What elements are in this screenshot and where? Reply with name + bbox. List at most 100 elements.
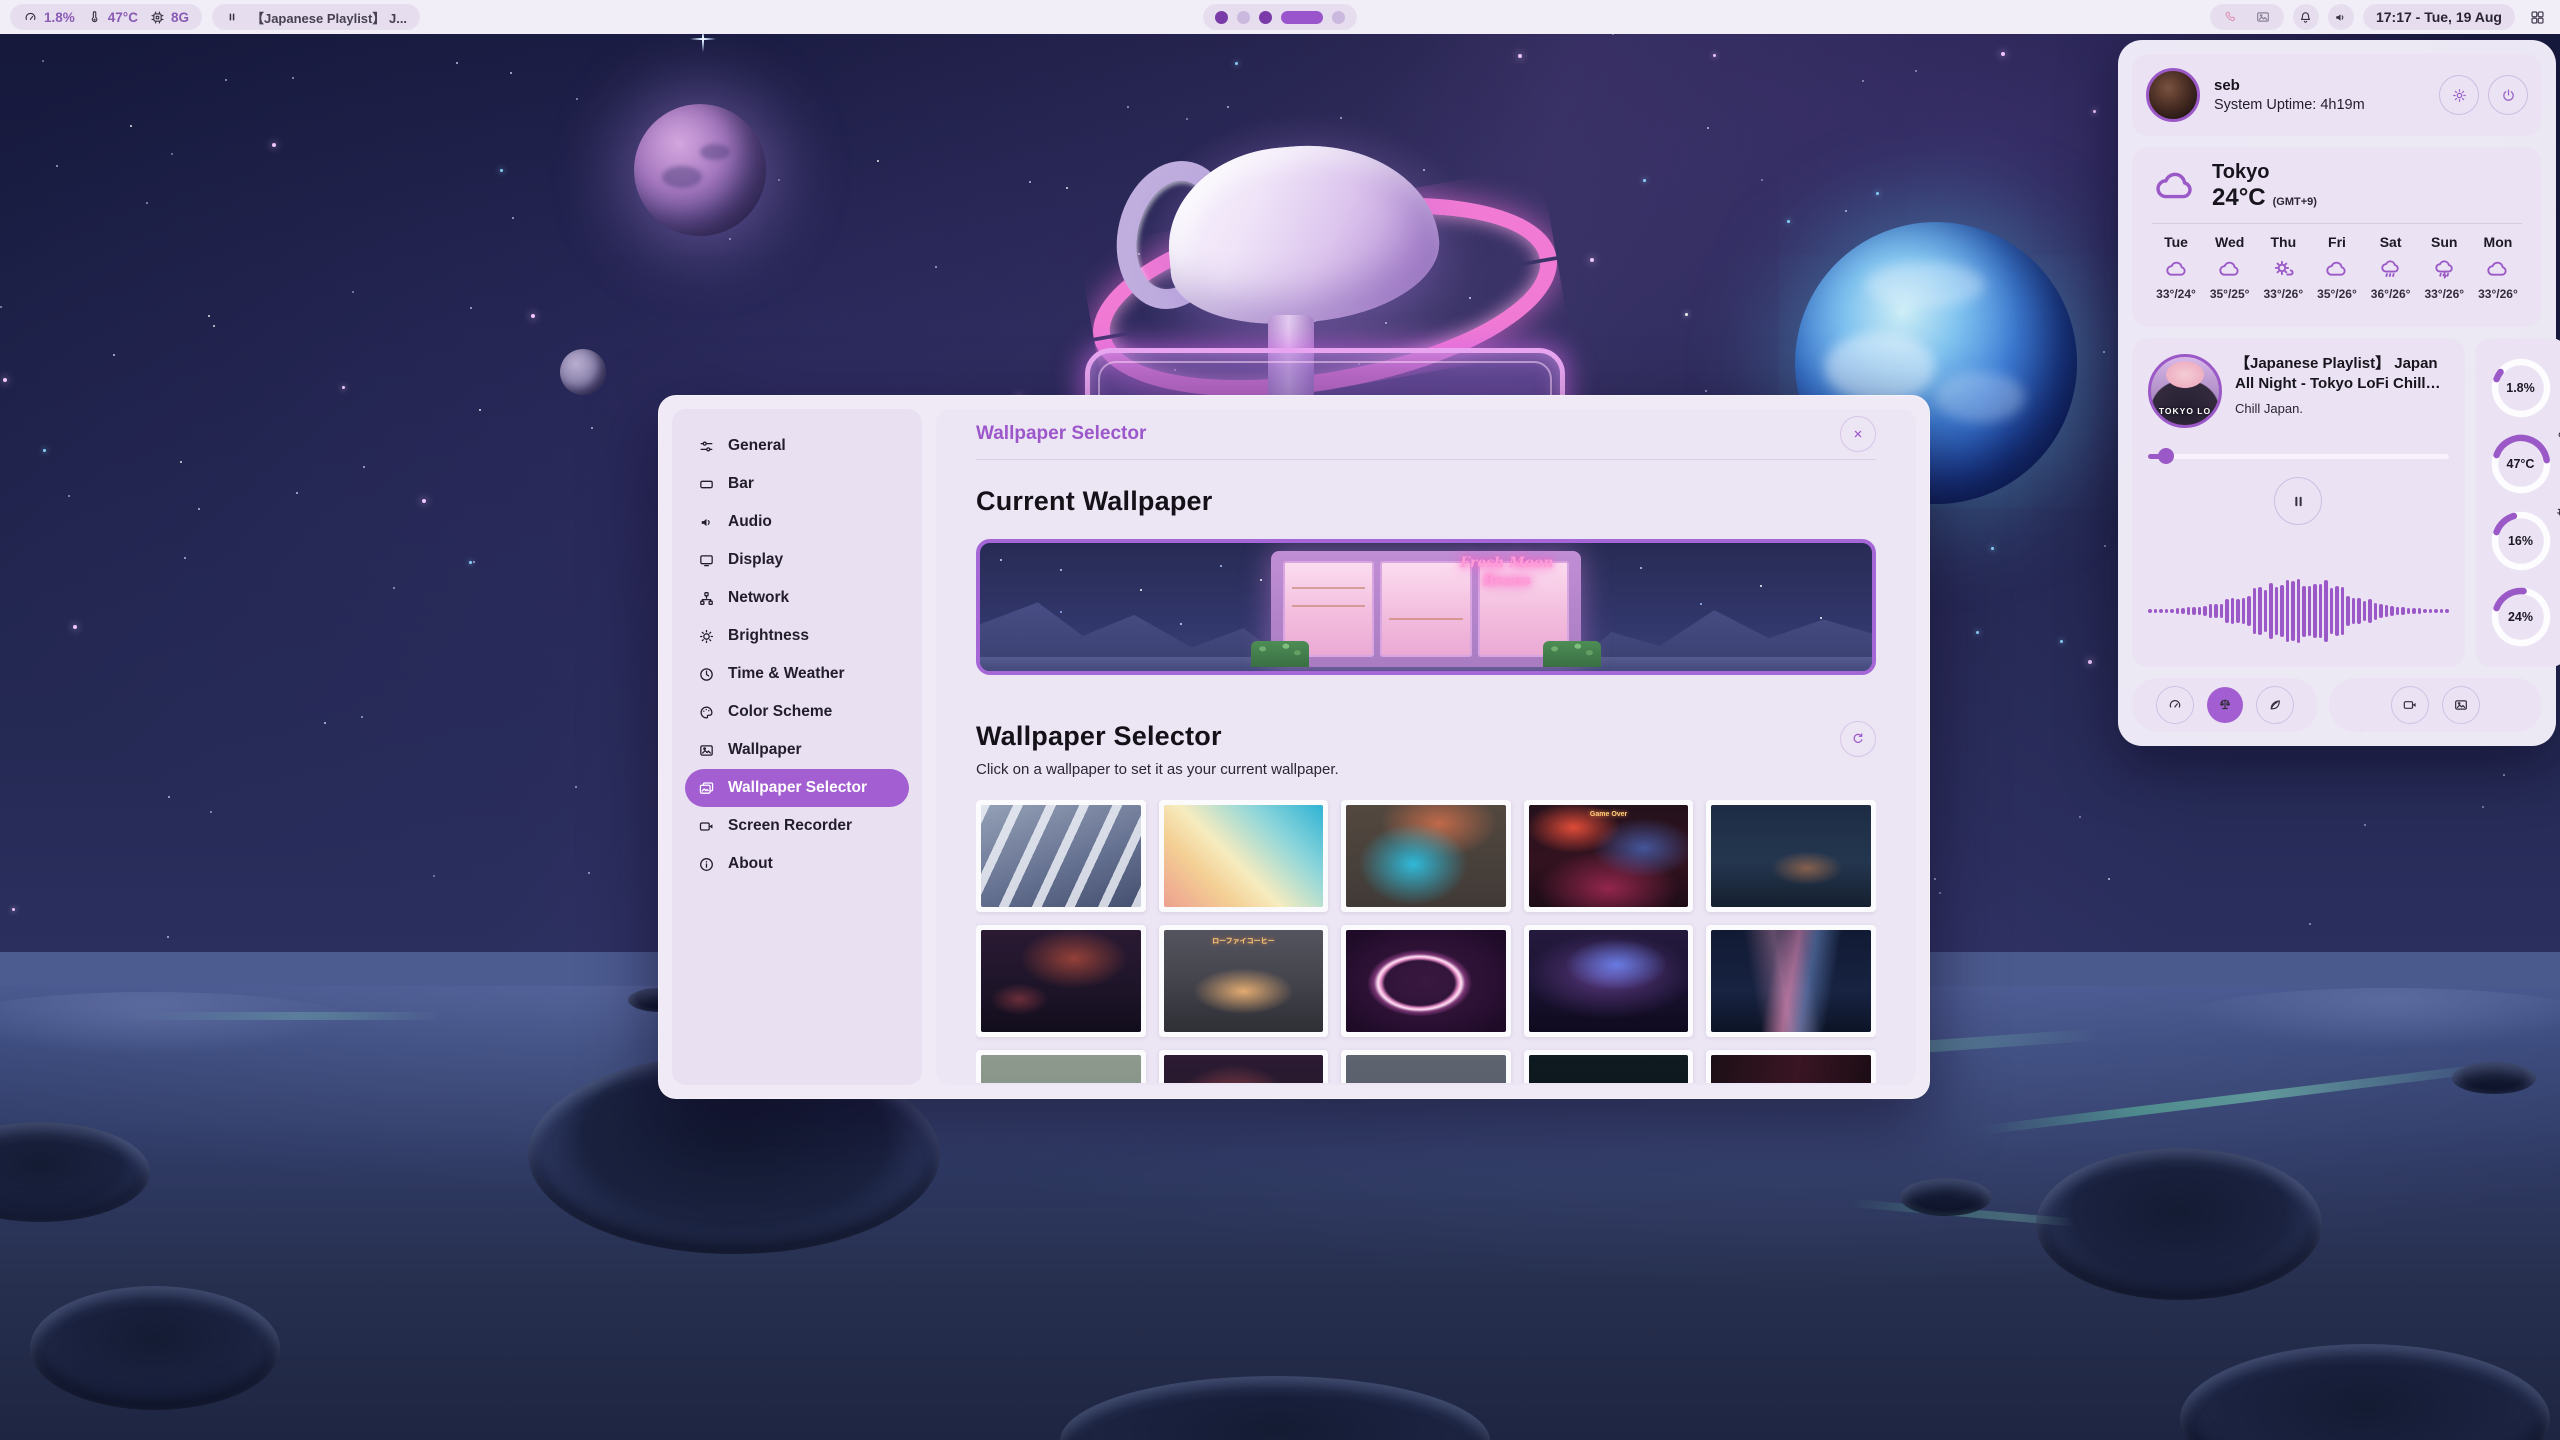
sidebar-item-wallpaper[interactable]: Wallpaper: [685, 731, 909, 769]
top-bar: 1.8% 47°C 8G 【Japanese Playlist】 J... 17:1…: [0, 0, 2560, 34]
settings-sidebar: General Bar Audio Display Network Bright…: [672, 409, 922, 1085]
sidebar-item-general[interactable]: General: [685, 427, 909, 465]
gear-button[interactable]: [2439, 75, 2479, 115]
dashboard-panel: seb System Uptime: 4h19m Tokyo 24°C (GMT…: [2118, 40, 2556, 746]
workspace-1-occupied[interactable]: [1215, 11, 1228, 24]
power-button[interactable]: [2488, 75, 2528, 115]
app-launcher-button[interactable]: [2524, 4, 2550, 30]
sidebar-item-screen-recorder[interactable]: Screen Recorder: [685, 807, 909, 845]
wallpaper-thumb-anime-street[interactable]: [976, 800, 1146, 912]
wallpaper-thumb-snowy-night-village[interactable]: [1706, 800, 1876, 912]
wallpaper-thumb-dark-maroon[interactable]: [1706, 1050, 1876, 1083]
picture-icon: [2255, 9, 2271, 25]
sidebar-item-time-weather[interactable]: Time & Weather: [685, 655, 909, 693]
cloud-icon: [2485, 257, 2510, 282]
bar-stat-gauge[interactable]: 1.8%: [23, 10, 75, 25]
cloud-icon: [2324, 257, 2349, 282]
sidebar-item-label: General: [728, 437, 786, 455]
refresh-button[interactable]: [1840, 721, 1876, 757]
wallpaper-thumb-ember-forest[interactable]: [976, 925, 1146, 1037]
bar-media-pill[interactable]: 【Japanese Playlist】 J...: [212, 4, 420, 30]
scales-icon: [2217, 697, 2233, 713]
workspace-3-occupied[interactable]: [1259, 11, 1272, 24]
scales-quick-button[interactable]: [2207, 687, 2243, 723]
bar-stat-value: 47°C: [108, 10, 138, 25]
workspace-5-empty[interactable]: [1332, 11, 1345, 24]
hedge: [1543, 641, 1601, 667]
workspace-indicator[interactable]: [1203, 4, 1357, 30]
sidebar-item-color-scheme[interactable]: Color Scheme: [685, 693, 909, 731]
stat-value: 24%: [2488, 584, 2554, 650]
stat-value: 47°C: [2488, 431, 2554, 497]
current-wallpaper-heading: Current Wallpaper: [976, 486, 1876, 517]
wallpaper-thumb-slate-gray[interactable]: [1341, 1050, 1511, 1083]
thumb-image: [1164, 805, 1324, 907]
thumb-caption: ローファイコーヒー: [1212, 936, 1275, 946]
notifications-button[interactable]: [2293, 4, 2319, 30]
wallpaper-thumb-midnight-teal[interactable]: [1524, 1050, 1694, 1083]
wallpaper-thumb-nebula-forest[interactable]: [1524, 925, 1694, 1037]
weather-temp: 24°C: [2212, 184, 2266, 212]
forecast-day-label: Fri: [2313, 234, 2361, 250]
forecast-temps: 33°/26°: [2474, 287, 2522, 301]
thumb-image: [1346, 1055, 1506, 1083]
workspace-2-empty[interactable]: [1237, 11, 1250, 24]
sidebar-item-label: Network: [728, 589, 789, 607]
forecast-day-label: Thu: [2259, 234, 2307, 250]
media-progress-slider[interactable]: [2148, 448, 2449, 464]
sidebar-item-network[interactable]: Network: [685, 579, 909, 617]
wallpaper-thumb-pastel-gradient[interactable]: [1159, 800, 1329, 912]
user-card: seb System Uptime: 4h19m: [2132, 54, 2542, 136]
bar-stat-thermometer[interactable]: 47°C: [87, 10, 138, 25]
forecast-temps: 33°/24°: [2152, 287, 2200, 301]
wallpaper-thumb-crimson-grove[interactable]: [1159, 1050, 1329, 1083]
sidebar-item-bar[interactable]: Bar: [685, 465, 909, 503]
thumb-image: Game Over: [1529, 805, 1689, 907]
thermometer-icon: [87, 10, 102, 25]
bar-stats-pill[interactable]: 1.8% 47°C 8G: [10, 4, 202, 30]
leaf-quick-button[interactable]: [2256, 686, 2294, 724]
pause-icon: [225, 10, 239, 24]
sidebar-item-brightness[interactable]: Brightness: [685, 617, 909, 655]
forecast-temps: 33°/26°: [2420, 287, 2468, 301]
wallpaper-thumb-sage-field[interactable]: [976, 1050, 1146, 1083]
wallpaper-thumb-blurred-aurora[interactable]: [1341, 800, 1511, 912]
thumb-image: ローファイコーヒー: [1164, 930, 1324, 1032]
selector-header: Wallpaper Selector Click on a wallpaper …: [976, 721, 1876, 778]
wallpaper-thumb-violet-ring[interactable]: [1341, 925, 1511, 1037]
weather-city: Tokyo: [2212, 161, 2317, 184]
sidebar-item-about[interactable]: About: [685, 845, 909, 883]
video-quick-button[interactable]: [2391, 686, 2429, 724]
image-icon: [698, 742, 715, 759]
wallpaper-thumb-cyberpunk-arcade[interactable]: Game Over: [1524, 800, 1694, 912]
gauge-quick-button[interactable]: [2156, 686, 2194, 724]
sidebar-item-label: Display: [728, 551, 783, 569]
clock-button[interactable]: 17:17 - Tue, 19 Aug: [2363, 4, 2515, 30]
sidebar-item-wallpaper-selector[interactable]: Wallpaper Selector: [685, 769, 909, 807]
rain-icon: [2378, 257, 2403, 282]
pause-button[interactable]: [2274, 477, 2322, 525]
wallpaper-thumb-lofi-coffee-shop[interactable]: ローファイコーヒー: [1159, 925, 1329, 1037]
forecast-day-label: Sun: [2420, 234, 2468, 250]
video-icon: [698, 818, 715, 835]
sidebar-item-display[interactable]: Display: [685, 541, 909, 579]
chip-icon: [150, 10, 165, 25]
bar-stat-value: 8G: [171, 10, 189, 25]
clock-label: 17:17 - Tue, 19 Aug: [2376, 9, 2502, 25]
sun-cloud-icon: [2271, 257, 2296, 282]
sidebar-item-audio[interactable]: Audio: [685, 503, 909, 541]
wallpaper-thumb-wireframe-wave[interactable]: [1706, 925, 1876, 1037]
picture-quick-button[interactable]: [2442, 686, 2480, 724]
cloud-icon: [2217, 257, 2242, 282]
system-tray[interactable]: [2210, 4, 2284, 30]
sidebar-item-label: Audio: [728, 513, 772, 531]
volume-button[interactable]: [2328, 4, 2354, 30]
bar-stat-chip[interactable]: 8G: [150, 10, 189, 25]
video-icon: [2402, 697, 2418, 713]
close-button[interactable]: [1840, 416, 1876, 452]
forecast-day-label: Wed: [2206, 234, 2254, 250]
images-icon: [698, 780, 715, 797]
settings-main-panel: Wallpaper Selector Current Wallpaper Fre…: [936, 409, 1916, 1085]
power-icon: [2500, 87, 2517, 104]
workspace-4-focused[interactable]: [1281, 11, 1323, 24]
